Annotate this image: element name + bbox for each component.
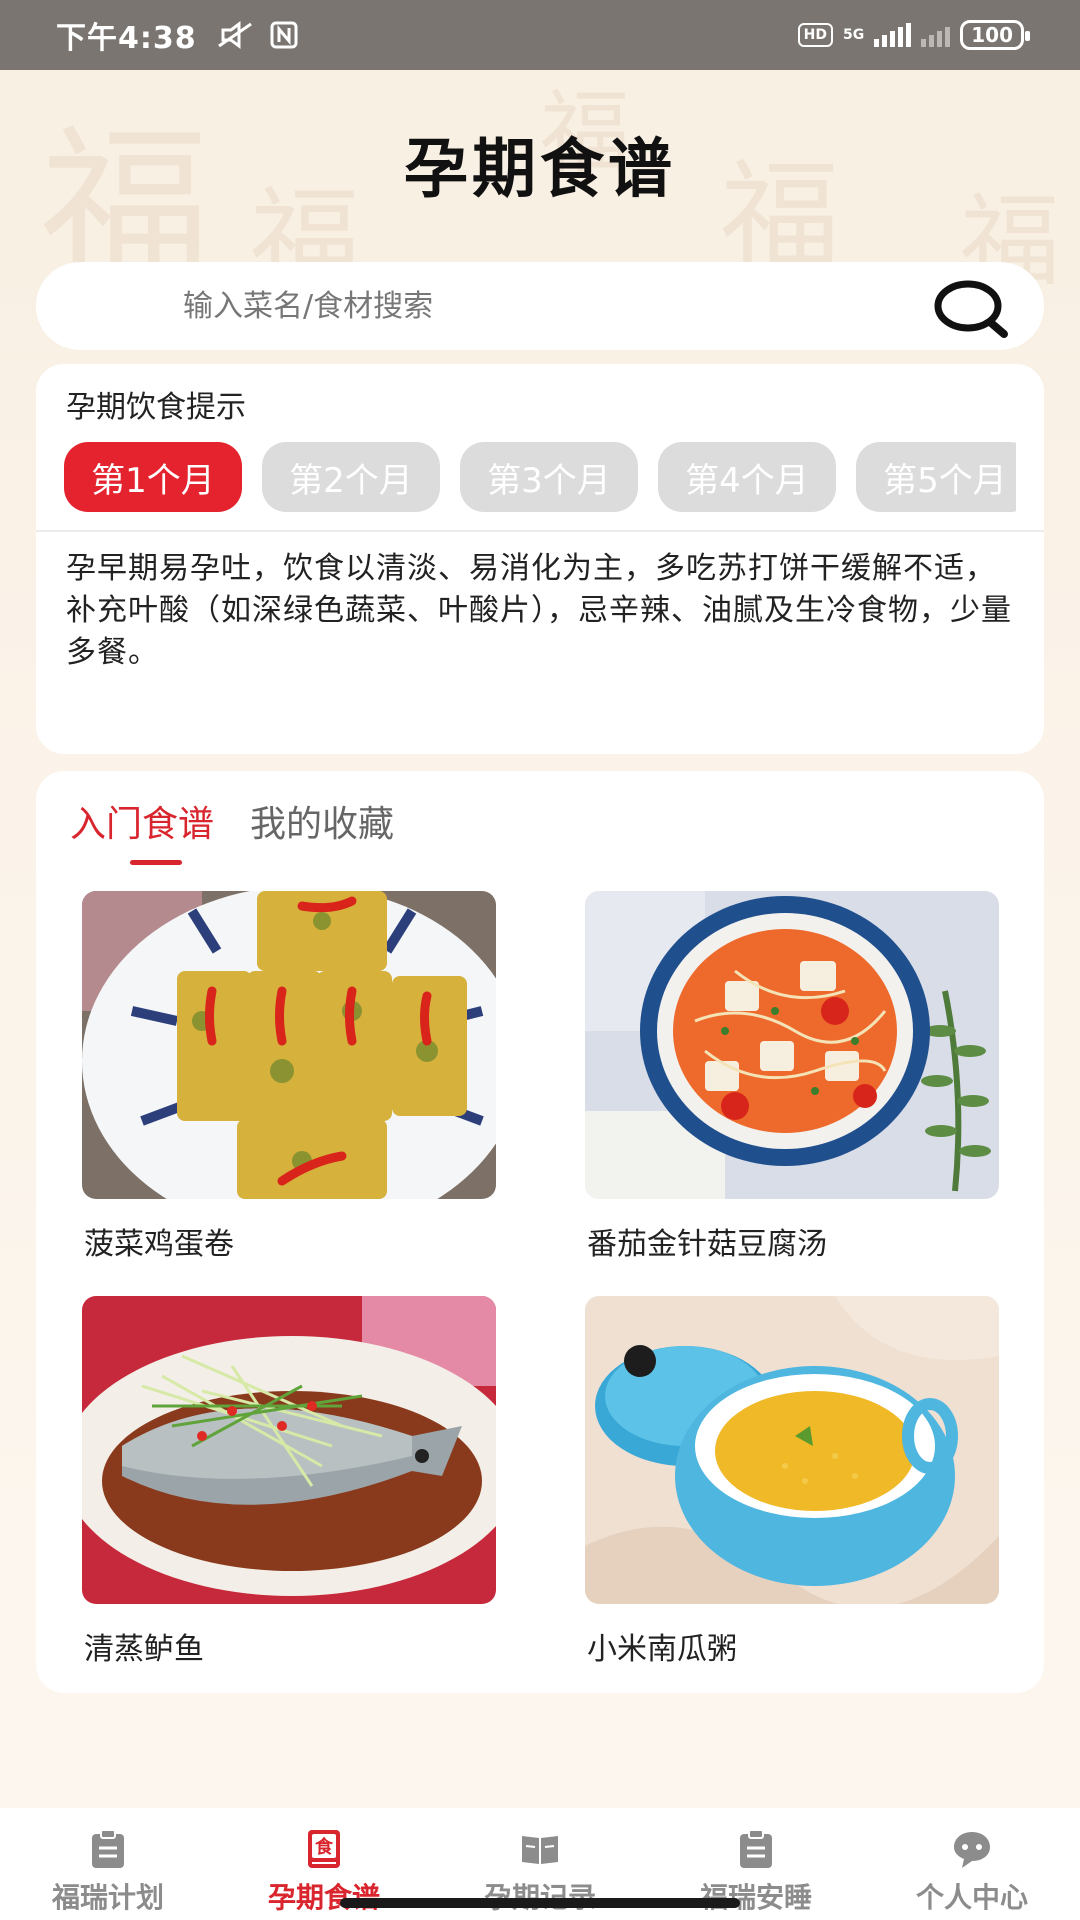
nav-label: 孕期记录 bbox=[484, 1876, 596, 1916]
recipe-card-tomato-tofu-soup[interactable]: 番茄金针菇豆腐汤 bbox=[585, 891, 999, 1263]
hd-badge: HD bbox=[797, 23, 834, 47]
nav-item-profile[interactable]: 个人中心 bbox=[864, 1808, 1080, 1920]
clipboard-icon bbox=[92, 1829, 124, 1868]
divider bbox=[36, 530, 1044, 532]
recipe-tabs: 入门食谱 我的收藏 bbox=[70, 795, 394, 865]
nav-label: 福瑞安睡 bbox=[699, 1881, 812, 1914]
svg-text:食: 食 bbox=[314, 1836, 334, 1858]
recipe-card-spinach-egg-roll[interactable]: 菠菜鸡蛋卷 bbox=[82, 891, 496, 1263]
open-book-icon bbox=[522, 1836, 558, 1864]
recipe-image[interactable] bbox=[585, 891, 999, 1199]
tab-my-favorites[interactable]: 我的收藏 bbox=[250, 795, 394, 847]
diet-tips-card: 孕期饮食提示 第1个月 第2个月 第3个月 第4个月 第5个月 孕早期易孕吐，饮… bbox=[36, 364, 1044, 754]
nav-item-plan[interactable]: 福瑞计划 bbox=[0, 1808, 216, 1920]
signal-secondary-icon bbox=[921, 23, 951, 47]
mute-icon bbox=[217, 21, 252, 49]
network-type: 5G bbox=[843, 27, 865, 43]
signal-icon bbox=[874, 23, 912, 47]
tips-text: 孕早期易孕吐，饮食以清淡、易消化为主，多吃苏打饼干缓解不适，补充叶酸（如深绿色蔬… bbox=[66, 551, 1012, 670]
status-bar: 下午4:38 HD 5G 100 bbox=[0, 0, 1080, 70]
tips-title: 孕期饮食提示 bbox=[66, 390, 246, 425]
search-bar[interactable] bbox=[36, 262, 1044, 350]
recipe-card-steamed-bass[interactable]: 清蒸鲈鱼 bbox=[82, 1296, 496, 1668]
month-tab-1[interactable]: 第1个月 bbox=[64, 442, 242, 512]
month-tabs[interactable]: 第1个月 第2个月 第3个月 第4个月 第5个月 bbox=[64, 442, 1016, 514]
recipe-name[interactable]: 菠菜鸡蛋卷 bbox=[84, 1219, 496, 1263]
home-indicator[interactable] bbox=[340, 1898, 740, 1908]
nav-label: 个人中心 bbox=[915, 1881, 1028, 1914]
recipes-card: 入门食谱 我的收藏 菠菜鸡蛋卷 番茄金针菇豆腐汤 清蒸鲈鱼 小米南瓜粥 bbox=[36, 771, 1044, 1693]
tab-starter-recipes[interactable]: 入门食谱 bbox=[70, 795, 215, 865]
recipe-image[interactable] bbox=[585, 1296, 999, 1604]
nav-label: 孕期食谱 bbox=[267, 1881, 380, 1914]
battery-icon: 100 bbox=[960, 20, 1030, 50]
status-time: 下午4:38 bbox=[56, 21, 197, 56]
chat-bubble-icon bbox=[954, 1832, 990, 1868]
month-tab-5[interactable]: 第5个月 bbox=[856, 442, 1016, 512]
nav-label: 福瑞计划 bbox=[51, 1881, 164, 1914]
recipe-name[interactable]: 清蒸鲈鱼 bbox=[84, 1624, 496, 1668]
month-tab-3[interactable]: 第3个月 bbox=[460, 442, 638, 512]
recipe-image[interactable] bbox=[82, 891, 496, 1199]
month-tab-2[interactable]: 第2个月 bbox=[262, 442, 440, 512]
recipe-card-millet-pumpkin-porridge[interactable]: 小米南瓜粥 bbox=[585, 1296, 999, 1668]
search-input[interactable] bbox=[181, 287, 885, 325]
tab-label: 入门食谱 bbox=[70, 804, 215, 845]
page-title: 孕期食谱 bbox=[404, 133, 676, 207]
recipe-name[interactable]: 小米南瓜粥 bbox=[587, 1624, 999, 1668]
recipe-image[interactable] bbox=[82, 1296, 496, 1604]
tab-label: 我的收藏 bbox=[250, 804, 395, 845]
search-icon[interactable] bbox=[932, 278, 1012, 338]
recipe-name[interactable]: 番茄金针菇豆腐汤 bbox=[587, 1219, 999, 1263]
nfc-icon bbox=[270, 21, 298, 49]
clipboard-icon bbox=[740, 1829, 772, 1868]
month-tab-4[interactable]: 第4个月 bbox=[658, 442, 836, 512]
recipe-book-icon: 食 bbox=[308, 1830, 340, 1868]
active-tab-indicator bbox=[130, 860, 182, 865]
